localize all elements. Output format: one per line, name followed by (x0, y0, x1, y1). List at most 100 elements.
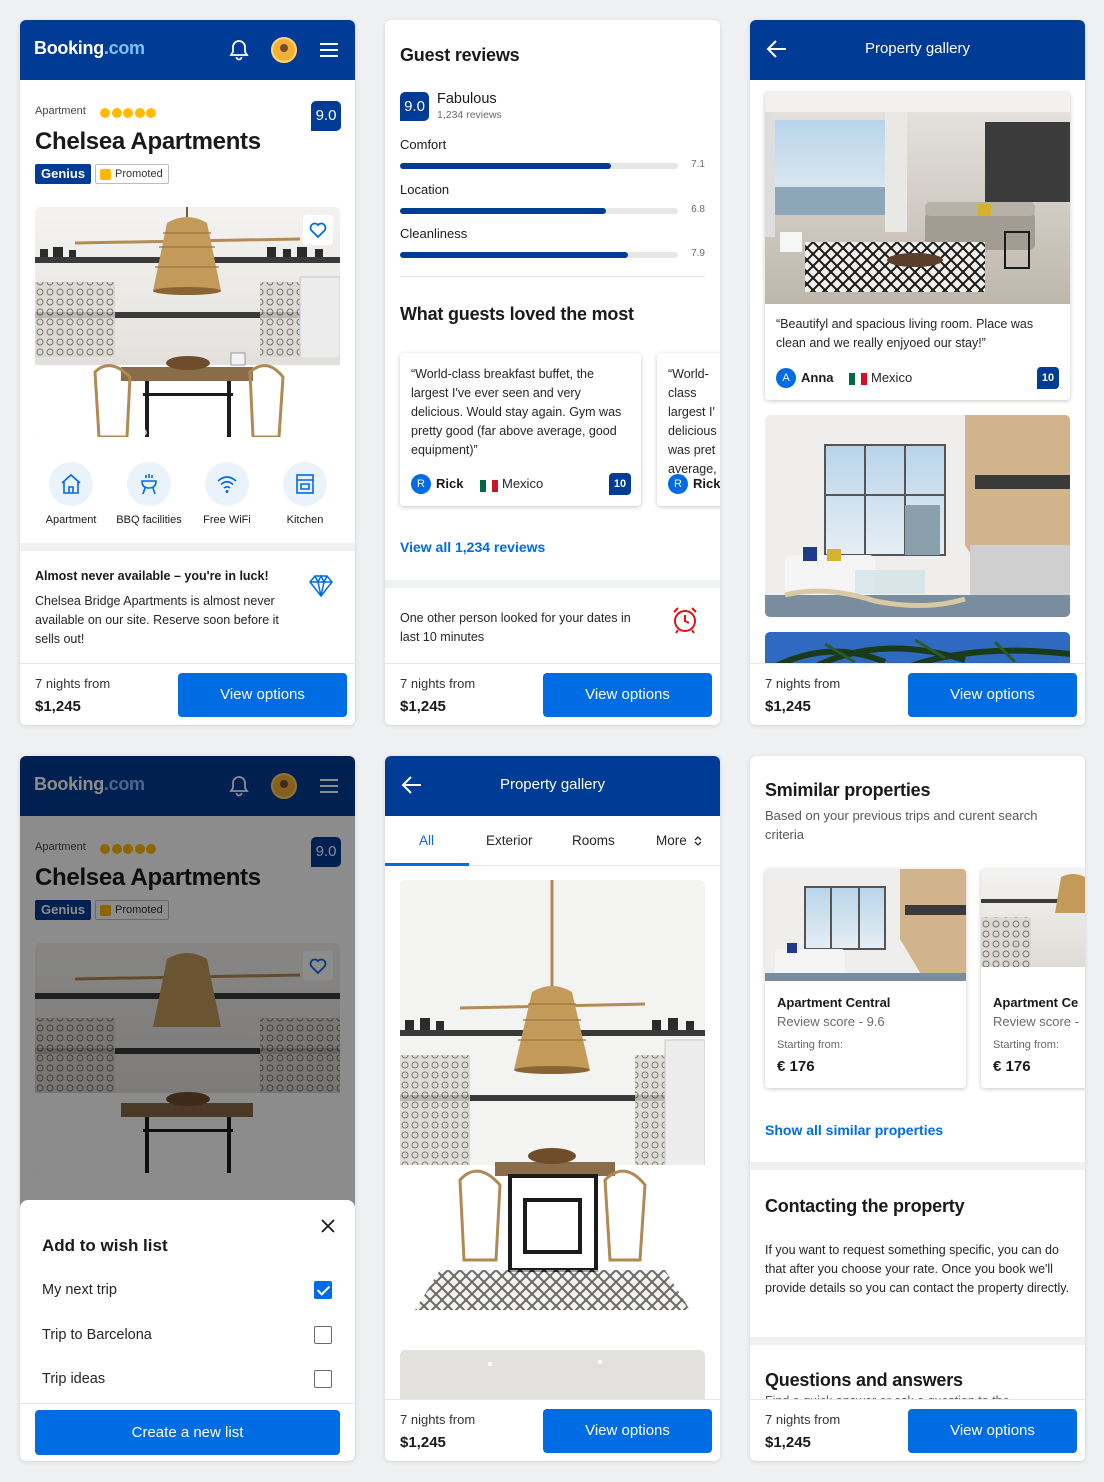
reviewer-country: Mexico (871, 370, 913, 385)
rating-label: Cleanliness (400, 226, 468, 241)
promoted-badge: Promoted (95, 164, 169, 184)
heart-icon[interactable] (303, 215, 333, 245)
similar-title: Apartment Ce (993, 995, 1079, 1010)
tab-exterior[interactable]: Exterior (486, 833, 533, 848)
similar-property-card[interactable]: Apartment Ce Review score - Starting fro… (981, 869, 1085, 1088)
rating-comfort: Comfort 7.1 (400, 137, 705, 170)
property-type: Apartment (35, 105, 86, 117)
facility-label: Apartment (45, 514, 97, 526)
wifi-icon (217, 476, 237, 493)
reviewer-name: Anna (801, 370, 834, 385)
view-options-button[interactable]: View options (543, 673, 712, 717)
bell-icon[interactable] (227, 38, 251, 62)
contact-heading: Contacting the property (765, 1196, 965, 1216)
view-options-button[interactable]: View options (178, 673, 347, 717)
divider (400, 276, 705, 277)
sort-chevron-icon (694, 836, 701, 847)
reviewer-score: 10 (609, 473, 631, 495)
logo-text: Booking (34, 38, 104, 58)
nights-label: 7 nights from (35, 676, 111, 691)
wishlist-checkbox-my-next-trip[interactable] (314, 1281, 332, 1299)
rating-value: 7.9 (691, 248, 705, 259)
price: $1,245 (765, 698, 811, 715)
home-icon (61, 473, 81, 494)
booking-footer: 7 nights from $1,245 View options (20, 663, 355, 725)
nights-label: 7 nights from (765, 676, 841, 691)
avatar[interactable] (271, 37, 297, 63)
recent-search-text: One other person looked for your dates i… (400, 611, 631, 644)
page-title: Property gallery (864, 40, 971, 57)
tab-more[interactable]: More (656, 833, 703, 848)
wishlist-item-label[interactable]: Trip to Barcelona (42, 1327, 152, 1343)
booking-logo[interactable]: Booking.com (34, 38, 145, 59)
facility-kitchen: Kitchen (266, 462, 344, 526)
view-options-button[interactable]: View options (543, 1409, 712, 1453)
show-all-similar-link[interactable]: Show all similar properties (765, 1122, 943, 1138)
logo-domain: .com (103, 38, 145, 58)
tab-rooms[interactable]: Rooms (572, 833, 615, 848)
tab-all[interactable]: All (419, 833, 434, 848)
property-name: Chelsea Apartments (35, 128, 261, 155)
similar-property-card[interactable]: Apartment Central Review score - 9.6 Sta… (765, 869, 966, 1088)
price: $1,245 (400, 1434, 446, 1451)
facility-bbq: BBQ facilities (110, 462, 188, 526)
rating-location: Location 6.8 (400, 182, 705, 215)
view-options-button[interactable]: View options (908, 1409, 1077, 1453)
gallery-photo[interactable] (400, 880, 705, 1335)
divider (385, 580, 720, 588)
wishlist-screen: Booking.com Apartment 9.0 Chelsea Apartm… (20, 756, 355, 1461)
close-icon[interactable] (318, 1216, 338, 1236)
genius-badge: Genius (35, 164, 92, 184)
similar-title: Apartment Central (777, 995, 891, 1010)
review-score-badge: 9.0 (400, 92, 429, 121)
nights-label: 7 nights from (765, 1412, 841, 1427)
similar-subheading: Based on your previous trips and curent … (765, 808, 1038, 842)
price: $1,245 (400, 698, 446, 715)
rating-fill (400, 252, 628, 258)
nights-label: 7 nights from (400, 1412, 476, 1427)
gallery-photo[interactable] (765, 415, 1070, 617)
review-card[interactable]: “World-class largest I' delicious was pr… (657, 353, 720, 506)
property-photo[interactable] (35, 207, 340, 437)
mexico-flag-icon (480, 479, 498, 492)
menu-icon[interactable] (317, 38, 341, 62)
facility-label: Free WiFi (203, 514, 251, 526)
reviews-screen: Guest reviews 9.0 Fabulous 1,234 reviews… (385, 20, 720, 725)
tab-more-label: More (656, 833, 687, 848)
qa-heading: Questions and answers (765, 1370, 963, 1390)
price: $1,245 (765, 1434, 811, 1451)
similar-properties-screen: Smimilar properties Based on your previo… (750, 756, 1085, 1461)
carousel-dots[interactable] (140, 423, 230, 437)
similar-from: Starting from: (777, 1039, 844, 1051)
wishlist-item-label[interactable]: Trip ideas (42, 1371, 105, 1387)
wishlist-checkbox-barcelona[interactable] (314, 1326, 332, 1344)
review-card[interactable]: “World-class breakfast buffet, the large… (400, 353, 641, 506)
review-count: 1,234 reviews (437, 109, 502, 121)
similar-heading: Smimilar properties (765, 780, 931, 800)
rating-track (400, 163, 678, 169)
booking-footer: 7 nights from $1,245 View options (750, 663, 1085, 725)
active-tab-indicator (385, 863, 469, 866)
reviewer-name: Rick (436, 476, 464, 491)
rating-fill (400, 163, 612, 169)
reviewer-avatar: A (776, 368, 796, 388)
divider (750, 1337, 1085, 1345)
alarm-clock-icon (673, 607, 697, 634)
reviewer-name: Rick (693, 476, 720, 491)
view-all-reviews-link[interactable]: View all 1,234 reviews (400, 539, 545, 555)
wishlist-sheet: Add to wish list My next trip Trip to Ba… (20, 1200, 355, 1461)
loved-heading: What guests loved the most (400, 304, 634, 324)
view-options-button[interactable]: View options (908, 673, 1077, 717)
create-list-button[interactable]: Create a new list (35, 1410, 340, 1455)
mexico-flag-icon (849, 372, 867, 385)
rating-track (400, 208, 678, 214)
gallery-review-card[interactable]: “Beautifyl and spacious living room. Pla… (765, 92, 1070, 400)
star-rating (100, 105, 158, 123)
facility-wifi: Free WiFi (188, 462, 266, 526)
gallery-reviews-screen: Property gallery “Beautifyl and spacious… (750, 20, 1085, 725)
wishlist-item-label[interactable]: My next trip (42, 1282, 117, 1298)
similar-score: Review score - 9.6 (777, 1014, 885, 1029)
booking-footer: 7 nights from $1,245 View options (750, 1399, 1085, 1461)
wishlist-checkbox-trip-ideas[interactable] (314, 1370, 332, 1388)
similar-from: Starting from: (993, 1039, 1060, 1051)
